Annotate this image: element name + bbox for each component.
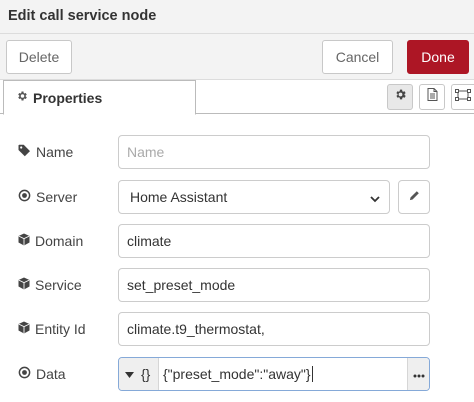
cube-icon (18, 321, 35, 337)
server-icon (18, 189, 36, 205)
delete-button[interactable]: Delete (6, 40, 72, 74)
entity-id-input[interactable]: climate.t9_thermostat, (118, 312, 430, 346)
gear-icon (394, 88, 407, 106)
tray-title: Edit call service node (8, 8, 157, 24)
tab-properties[interactable]: Properties (3, 80, 196, 115)
tray-header: Edit call service node (0, 0, 474, 34)
form-row-entity-id: Entity Id climate.t9_thermostat, (0, 312, 474, 346)
name-label: Name (18, 135, 73, 169)
data-icon (18, 366, 36, 382)
data-expand-button[interactable] (407, 358, 429, 390)
data-type-label: {} (141, 366, 151, 382)
tray-toolbar: Delete Cancel Done (0, 34, 474, 80)
server-select[interactable]: Home Assistant (118, 180, 390, 214)
chevron-down-icon (369, 192, 381, 208)
domain-input[interactable]: climate (118, 224, 430, 258)
tab-properties-label: Properties (33, 89, 103, 106)
appearance-icon (455, 88, 471, 106)
data-type-selector[interactable]: {} (119, 358, 159, 390)
gear-icon (16, 89, 28, 107)
cube-icon (18, 233, 35, 249)
form-row-name: Name (0, 135, 474, 169)
pencil-icon (409, 188, 420, 206)
form-row-service: Service set_preset_mode (0, 268, 474, 302)
edit-server-button[interactable] (398, 180, 430, 214)
data-typed-input: {} {"preset_mode":"away"} (118, 357, 430, 391)
form-row-server: Server Home Assistant (0, 180, 474, 214)
text-cursor (311, 366, 313, 382)
data-input-value: {"preset_mode":"away"} (163, 366, 311, 382)
server-label: Server (18, 180, 77, 214)
form-row-data: Data {} {"preset_mode":"away"} (0, 357, 474, 391)
server-select-value: Home Assistant (130, 189, 228, 205)
data-label: Data (18, 357, 66, 391)
name-input[interactable] (118, 135, 430, 169)
ellipsis-icon (413, 365, 425, 383)
domain-label: Domain (18, 224, 83, 258)
caret-down-icon (125, 365, 134, 383)
entity-id-label: Entity Id (18, 312, 86, 346)
appearance-tab-button[interactable] (451, 84, 474, 110)
done-button[interactable]: Done (407, 40, 469, 74)
tag-icon (18, 144, 36, 160)
service-label: Service (18, 268, 82, 302)
cancel-button[interactable]: Cancel (322, 40, 393, 74)
tab-bar: Properties (0, 80, 474, 115)
description-tab-button[interactable] (419, 84, 445, 110)
description-icon (427, 88, 438, 106)
cube-icon (18, 277, 35, 293)
service-input[interactable]: set_preset_mode (118, 268, 430, 302)
data-input[interactable]: {"preset_mode":"away"} (163, 358, 313, 390)
settings-tab-button[interactable] (387, 84, 413, 110)
form-row-domain: Domain climate (0, 224, 474, 258)
